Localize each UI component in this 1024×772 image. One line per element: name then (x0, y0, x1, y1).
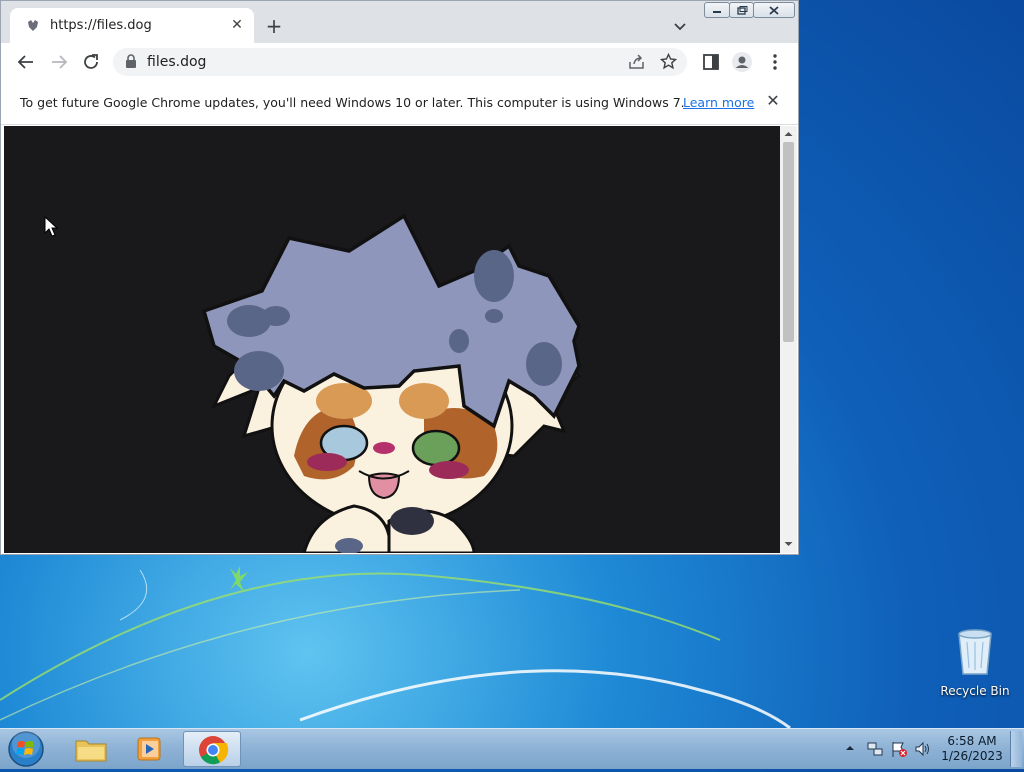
dog-artwork-image (201, 213, 582, 553)
system-clock[interactable]: 6:58 AM 1/26/2023 (940, 734, 1004, 764)
scroll-down-arrow-icon[interactable] (784, 540, 793, 548)
clock-time: 6:58 AM (947, 734, 997, 748)
restore-icon (736, 6, 747, 15)
new-tab-button[interactable]: + (263, 15, 285, 37)
action-center-flag-icon[interactable] (890, 740, 908, 758)
lock-icon[interactable] (125, 54, 137, 69)
infobar-message: To get future Google Chrome updates, you… (20, 95, 685, 110)
url-text[interactable]: files.dog (147, 54, 206, 70)
wallpaper-leaf (230, 566, 248, 592)
page-content (4, 126, 780, 553)
scrollbar-thumb[interactable] (783, 142, 794, 342)
minimize-icon (713, 11, 721, 13)
address-bar[interactable]: files.dog (113, 48, 687, 76)
infobar-close-icon[interactable]: ✕ (764, 92, 782, 110)
forward-arrow-icon[interactable] (48, 51, 70, 73)
tab-strip: https://files.dog ✕ + (1, 1, 798, 43)
bookmark-star-icon[interactable] (660, 53, 677, 70)
minimize-button[interactable] (704, 2, 730, 18)
media-player-icon (137, 737, 161, 761)
network-icon[interactable] (866, 740, 884, 758)
update-infobar: To get future Google Chrome updates, you… (1, 81, 798, 125)
learn-more-link[interactable]: Learn more (683, 95, 754, 110)
show-hidden-icons-arrow-icon[interactable] (845, 743, 855, 753)
tab-close-icon[interactable]: ✕ (228, 16, 246, 34)
back-arrow-icon[interactable] (15, 51, 37, 73)
clock-date: 1/26/2023 (941, 749, 1003, 763)
scroll-up-arrow-icon[interactable] (784, 130, 793, 138)
folder-icon (75, 740, 107, 762)
recycle-bin-label: Recycle Bin (940, 684, 1010, 698)
recycle-bin-icon (958, 629, 992, 675)
browser-toolbar: files.dog (1, 43, 798, 81)
restore-button[interactable] (729, 2, 754, 18)
vertical-scrollbar[interactable] (780, 126, 797, 553)
start-button-windows-orb-icon[interactable] (6, 730, 46, 768)
close-window-button[interactable] (753, 2, 795, 18)
taskbar-explorer-button[interactable] (62, 731, 120, 767)
recycle-bin-shortcut[interactable]: Recycle Bin (940, 628, 1010, 698)
taskbar-media-player-button[interactable] (122, 731, 180, 767)
chrome-window: https://files.dog ✕ + files.dog To get f… (0, 0, 799, 555)
chrome-icon (199, 736, 229, 765)
menu-kebab-icon[interactable] (764, 51, 786, 73)
tab-search-chevron-icon[interactable] (671, 17, 689, 35)
mouse-pointer-icon (44, 216, 58, 237)
show-desktop-button[interactable] (1010, 731, 1022, 767)
share-icon[interactable] (628, 54, 646, 70)
profile-avatar-icon[interactable] (731, 51, 753, 73)
site-favicon-icon (28, 20, 38, 31)
taskbar: 6:58 AM 1/26/2023 (0, 728, 1024, 769)
side-panel-icon[interactable] (700, 51, 722, 73)
reload-icon[interactable] (80, 51, 102, 73)
volume-speaker-icon[interactable] (914, 740, 932, 758)
tab-title: https://files.dog (50, 18, 152, 33)
tab-files-dog[interactable]: https://files.dog ✕ (10, 8, 254, 43)
close-window-icon (769, 6, 779, 15)
taskbar-chrome-button[interactable] (183, 731, 241, 767)
